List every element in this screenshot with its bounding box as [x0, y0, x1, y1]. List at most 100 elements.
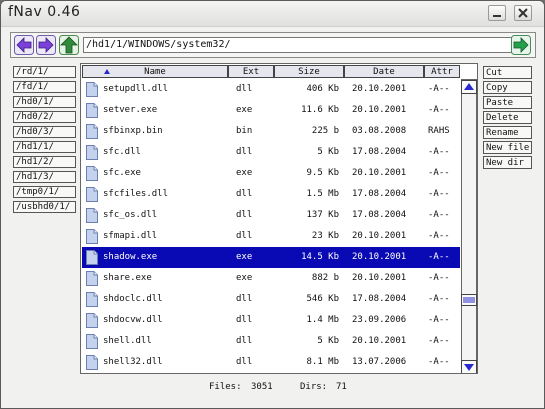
- cell-size: 1.4 Mb: [306, 315, 339, 325]
- forward-button[interactable]: [36, 35, 56, 55]
- column-header-name[interactable]: Name: [82, 65, 228, 78]
- bookmark-hd1-1[interactable]: /hd1/1/: [13, 141, 76, 153]
- new-file-button[interactable]: New file: [483, 141, 532, 154]
- cell-attr: -A--: [428, 105, 450, 115]
- file-list: Name Ext Size Date Attr setupdll.dll dll 4…: [80, 63, 478, 374]
- scroll-thumb[interactable]: [461, 291, 477, 306]
- cell-date: 20.10.2001: [352, 231, 407, 241]
- column-header-attr[interactable]: Attr: [424, 65, 460, 78]
- vertical-scrollbar[interactable]: [461, 79, 477, 373]
- minimize-icon: [493, 15, 501, 17]
- cell-ext: dll: [236, 357, 253, 367]
- file-icon: [86, 292, 98, 307]
- window-title: fNav 0.46: [8, 4, 81, 20]
- cell-size: 11.6 Kb: [301, 105, 339, 115]
- cell-name: sfmapi.dll: [103, 231, 158, 241]
- file-row[interactable]: shdoclc.dll dll 546 Kb 17.08.2004 -A--: [82, 289, 460, 310]
- cell-date: 20.10.2001: [352, 252, 407, 262]
- cell-name: sfc.exe: [103, 168, 141, 178]
- arrow-right-icon: [36, 35, 56, 55]
- file-row[interactable]: shadow.exe exe 14.5 Kb 20.10.2001 -A--: [82, 247, 460, 268]
- bookmark-tmp0-1[interactable]: /tmp0/1/: [13, 186, 76, 198]
- cell-attr: -A--: [428, 273, 450, 283]
- column-header-ext[interactable]: Ext: [228, 65, 274, 78]
- scroll-down-button[interactable]: [461, 359, 477, 373]
- bookmark-fd-1[interactable]: /fd/1/: [13, 81, 76, 93]
- file-icon: [86, 82, 98, 97]
- file-row[interactable]: sfcfiles.dll dll 1.5 Mb 17.08.2004 -A--: [82, 184, 460, 205]
- file-row[interactable]: shell.dll dll 5 Kb 20.10.2001 -A--: [82, 331, 460, 352]
- rename-button[interactable]: Rename: [483, 126, 532, 139]
- cell-name: shell32.dll: [103, 357, 163, 367]
- cell-size: 882 b: [311, 273, 339, 283]
- bookmark-hd1-2[interactable]: /hd1/2/: [13, 156, 76, 168]
- file-icon: [86, 208, 98, 223]
- cell-ext: dll: [236, 189, 253, 199]
- file-row[interactable]: setver.exe exe 11.6 Kb 20.10.2001 -A--: [82, 100, 460, 121]
- copy-button[interactable]: Copy: [483, 81, 532, 94]
- file-row[interactable]: setupdll.dll dll 406 Kb 20.10.2001 -A--: [82, 79, 460, 100]
- cell-size: 14.5 Kb: [301, 252, 339, 262]
- cell-size: 1.5 Mb: [306, 189, 339, 199]
- cell-name: shdocvw.dll: [103, 315, 163, 325]
- cell-attr: -A--: [428, 315, 450, 325]
- bookmark-hd0-1[interactable]: /hd0/1/: [13, 96, 76, 108]
- file-icon: [86, 271, 98, 286]
- cell-name: shell.dll: [103, 336, 152, 346]
- go-button[interactable]: [511, 35, 531, 55]
- file-icon: [86, 229, 98, 244]
- cell-date: 17.08.2004: [352, 189, 407, 199]
- close-button[interactable]: [514, 5, 532, 21]
- file-row[interactable]: sfbinxp.bin bin 225 b 03.08.2008 RAHS: [82, 121, 460, 142]
- cell-ext: dll: [236, 315, 253, 325]
- cell-size: 406 Kb: [306, 84, 339, 94]
- file-icon: [86, 166, 98, 181]
- file-row[interactable]: sfc.dll dll 5 Kb 17.08.2004 -A--: [82, 142, 460, 163]
- cell-name: sfc.dll: [103, 147, 141, 157]
- bookmark-hd0-2[interactable]: /hd0/2/: [13, 111, 76, 123]
- bookmark-hd1-3[interactable]: /hd1/3/: [13, 171, 76, 183]
- cell-name: setupdll.dll: [103, 84, 169, 94]
- cell-date: 20.10.2001: [352, 168, 407, 178]
- file-row[interactable]: share.exe exe 882 b 20.10.2001 -A--: [82, 268, 460, 289]
- back-button[interactable]: [14, 35, 34, 55]
- column-header-size[interactable]: Size: [274, 65, 344, 78]
- dirs-count: 71: [336, 382, 347, 392]
- column-header-date[interactable]: Date: [344, 65, 424, 78]
- new-dir-button[interactable]: New dir: [483, 156, 532, 169]
- file-row[interactable]: sfc_os.dll dll 137 Kb 17.08.2004 -A--: [82, 205, 460, 226]
- cell-attr: -A--: [428, 210, 450, 220]
- scrollbar-track: [461, 79, 477, 373]
- bookmark-usbhd0-1[interactable]: /usbhd0/1/: [13, 201, 76, 213]
- cell-date: 17.08.2004: [352, 294, 407, 304]
- app-window: fNav 0.46 /hd1/1/WINDOWS/system32/ /rd/1…: [0, 0, 545, 409]
- cell-date: 13.07.2006: [352, 357, 407, 367]
- delete-button[interactable]: Delete: [483, 111, 532, 124]
- cell-date: 20.10.2001: [352, 84, 407, 94]
- file-row[interactable]: shdocvw.dll dll 1.4 Mb 23.09.2006 -A--: [82, 310, 460, 331]
- up-button[interactable]: [59, 35, 79, 55]
- minimize-button[interactable]: [488, 5, 506, 21]
- cell-attr: -A--: [428, 231, 450, 241]
- file-row[interactable]: sfmapi.dll dll 23 Kb 20.10.2001 -A--: [82, 226, 460, 247]
- title-bar: fNav 0.46: [1, 1, 544, 27]
- file-row[interactable]: sfc.exe exe 9.5 Kb 20.10.2001 -A--: [82, 163, 460, 184]
- bookmark-rd-1[interactable]: /rd/1/: [13, 66, 76, 78]
- triangle-up-icon: [461, 80, 477, 94]
- sort-asc-icon: [104, 69, 110, 74]
- cell-size: 546 Kb: [306, 294, 339, 304]
- paste-button[interactable]: Paste: [483, 96, 532, 109]
- cell-ext: dll: [236, 147, 253, 157]
- scroll-up-button[interactable]: [461, 79, 477, 94]
- cell-size: 5 Kb: [317, 336, 339, 346]
- cell-attr: RAHS: [428, 126, 450, 136]
- bookmark-hd0-3[interactable]: /hd0/3/: [13, 126, 76, 138]
- cell-size: 5 Kb: [317, 147, 339, 157]
- cell-name: share.exe: [103, 273, 152, 283]
- cell-date: 20.10.2001: [352, 336, 407, 346]
- cut-button[interactable]: Cut: [483, 66, 532, 79]
- cell-attr: -A--: [428, 252, 450, 262]
- cell-size: 9.5 Kb: [306, 168, 339, 178]
- path-input[interactable]: /hd1/1/WINDOWS/system32/: [83, 37, 517, 53]
- file-row[interactable]: shell32.dll dll 8.1 Mb 13.07.2006 -A--: [82, 352, 460, 373]
